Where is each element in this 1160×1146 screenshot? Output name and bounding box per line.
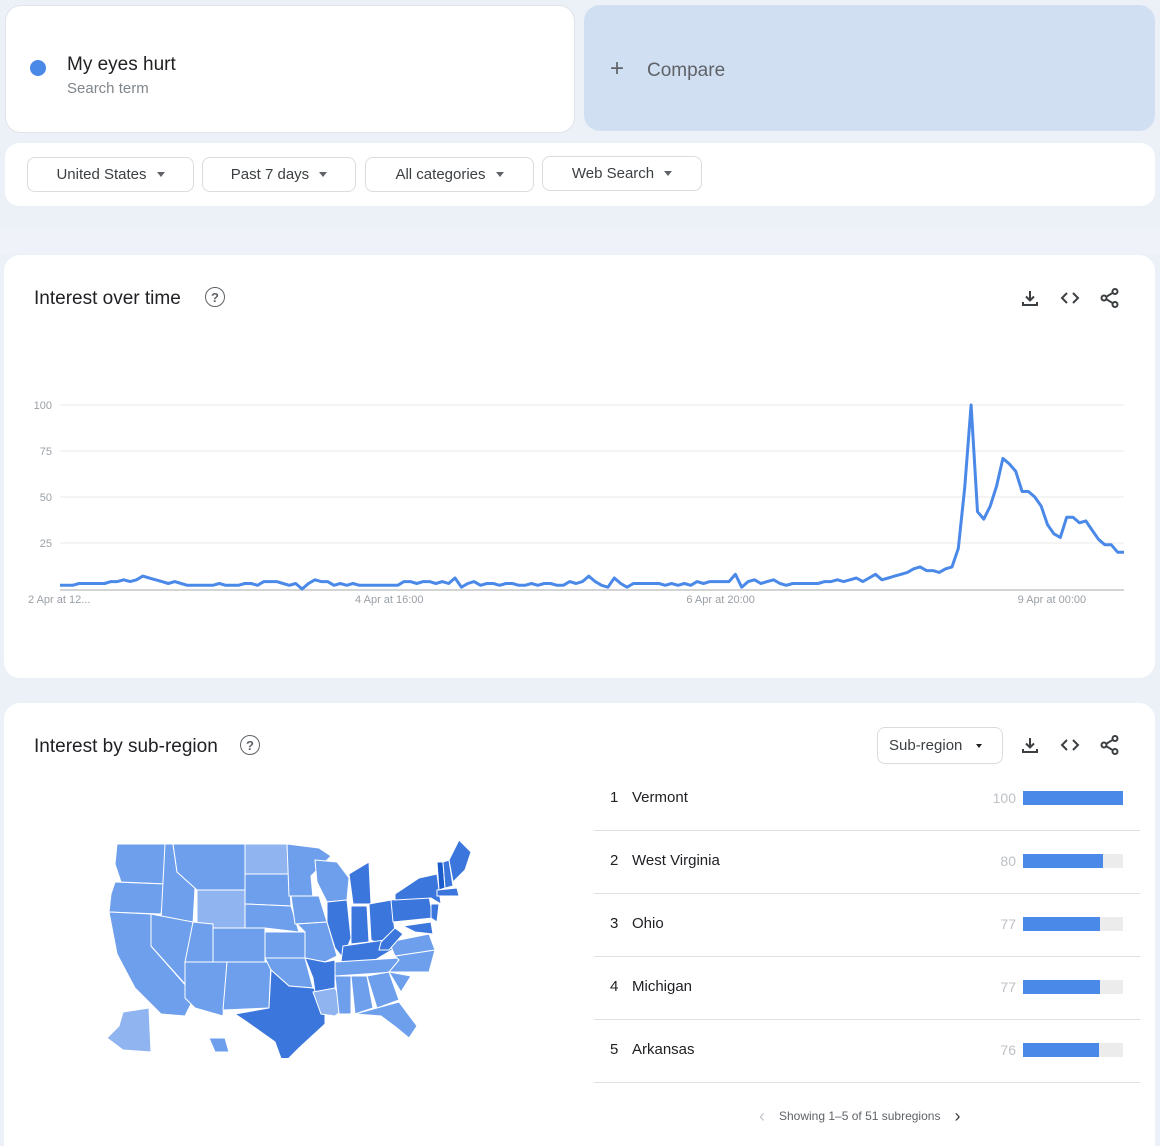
- region-row[interactable]: 5 Arkansas 76: [594, 1020, 1140, 1083]
- compare-button[interactable]: + Compare: [584, 5, 1155, 131]
- region-value: 80: [1000, 853, 1016, 869]
- state-nebraska[interactable]: [244, 903, 300, 933]
- region-name[interactable]: Michigan: [632, 978, 692, 995]
- state-wyoming[interactable]: [196, 889, 246, 929]
- interest-by-subregion-title: Interest by sub-region: [34, 736, 218, 757]
- x-tick-label: 9 Apr at 00:00: [1018, 594, 1087, 606]
- state-maine[interactable]: [448, 839, 472, 884]
- region-row[interactable]: 4 Michigan 77: [594, 957, 1140, 1020]
- share-icon[interactable]: [1098, 733, 1122, 757]
- y-tick-label: 75: [40, 446, 52, 458]
- state-iowa[interactable]: [290, 895, 328, 925]
- embed-code-icon[interactable]: [1058, 733, 1082, 757]
- help-icon[interactable]: ?: [240, 735, 260, 755]
- x-tick-label: 2 Apr at 12...: [28, 594, 90, 606]
- region-bar-fill: [1023, 917, 1100, 931]
- region-rank: 1: [610, 789, 619, 806]
- filter-bar: United States Past 7 days All categories…: [5, 143, 1155, 206]
- state-kansas[interactable]: [264, 931, 306, 959]
- search-term-name[interactable]: My eyes hurt: [67, 54, 176, 76]
- region-row[interactable]: 1 Vermont 100: [594, 768, 1140, 831]
- state-wisconsin[interactable]: [314, 859, 350, 903]
- state-alaska[interactable]: [106, 1007, 152, 1053]
- state-new-jersey[interactable]: [430, 903, 440, 923]
- region-bar-fill: [1023, 980, 1100, 994]
- region-bar-track: [1023, 791, 1123, 805]
- state-colorado[interactable]: [212, 927, 266, 963]
- term-color-dot: [30, 60, 46, 76]
- caret-down-icon: [664, 171, 673, 176]
- x-tick-label: 4 Apr at 16:00: [355, 594, 424, 606]
- region-rank: 4: [610, 978, 619, 995]
- filter-category[interactable]: All categories: [365, 157, 534, 192]
- compare-label: Compare: [647, 60, 726, 81]
- us-choropleth-map[interactable]: [99, 838, 479, 1058]
- filter-category-label: All categories: [395, 166, 486, 183]
- region-value: 76: [1000, 1042, 1016, 1058]
- filter-time-range-label: Past 7 days: [230, 166, 310, 183]
- state-new-mexico[interactable]: [222, 961, 272, 1011]
- region-rank: 2: [610, 852, 619, 869]
- caret-down-icon: [319, 172, 328, 177]
- state-south-dakota[interactable]: [244, 873, 292, 907]
- plus-icon: +: [610, 55, 625, 82]
- region-bar-track: [1023, 854, 1123, 868]
- caret-down-icon: [495, 172, 504, 177]
- y-tick-label: 100: [34, 400, 52, 412]
- state-oregon[interactable]: [108, 881, 166, 915]
- filter-search-type-label: Web Search: [571, 165, 655, 182]
- pager-prev-button[interactable]: ‹: [759, 1107, 765, 1125]
- filter-location[interactable]: United States: [27, 157, 194, 192]
- state-arizona[interactable]: [184, 961, 228, 1017]
- interest-over-time-card: Interest over time ? 25 50 75 100 2 Apr at 1…: [4, 255, 1155, 678]
- state-washington[interactable]: [114, 843, 166, 885]
- region-name[interactable]: Ohio: [632, 915, 664, 932]
- pager-next-button[interactable]: ›: [954, 1107, 960, 1125]
- pagination: ‹ Showing 1–5 of 51 subregions ›: [759, 1106, 989, 1126]
- region-name[interactable]: Arkansas: [632, 1041, 695, 1058]
- caret-down-icon: [156, 172, 165, 177]
- state-indiana[interactable]: [350, 905, 370, 945]
- state-michigan[interactable]: [348, 861, 372, 905]
- state-hawaii[interactable]: [208, 1037, 230, 1053]
- search-term-card[interactable]: My eyes hurt Search term: [5, 5, 575, 133]
- interest-over-time-chart[interactable]: 25 50 75 100 2 Apr at 12... 4 Apr at 16:00 6 A…: [4, 255, 1155, 678]
- region-value: 77: [1000, 916, 1016, 932]
- region-bar-track: [1023, 980, 1123, 994]
- divider-band: [0, 228, 1160, 254]
- region-bar-track: [1023, 1043, 1123, 1057]
- region-bar-fill: [1023, 1043, 1099, 1057]
- region-rank: 5: [610, 1041, 619, 1058]
- filter-time-range[interactable]: Past 7 days: [202, 157, 356, 192]
- search-term-subtitle: Search term: [67, 80, 149, 97]
- region-row[interactable]: 2 West Virginia 80: [594, 831, 1140, 894]
- region-bar-fill: [1023, 854, 1103, 868]
- region-row[interactable]: 3 Ohio 77: [594, 894, 1140, 957]
- resolution-select[interactable]: Sub-region: [877, 727, 1003, 764]
- region-value: 77: [1000, 979, 1016, 995]
- interest-by-subregion-card: Interest by sub-region ? Sub-region ‹ Sh…: [4, 703, 1155, 1146]
- region-bar-track: [1023, 917, 1123, 931]
- y-tick-label: 25: [40, 538, 52, 550]
- region-name[interactable]: West Virginia: [632, 852, 720, 869]
- state-north-dakota[interactable]: [244, 843, 290, 875]
- x-tick-label: 6 Apr at 20:00: [686, 594, 755, 606]
- caret-down-icon: [976, 743, 983, 748]
- region-bar-fill: [1023, 791, 1123, 805]
- download-icon[interactable]: [1018, 733, 1042, 757]
- filter-location-label: United States: [56, 166, 147, 183]
- resolution-select-label: Sub-region: [889, 737, 963, 754]
- region-rank: 3: [610, 915, 619, 932]
- state-massachusetts[interactable]: [436, 887, 460, 897]
- region-name[interactable]: Vermont: [632, 789, 688, 806]
- pager-text: Showing 1–5 of 51 subregions: [779, 1109, 941, 1123]
- state-maryland[interactable]: [401, 921, 434, 935]
- y-tick-label: 50: [40, 492, 52, 504]
- filter-search-type[interactable]: Web Search: [542, 156, 702, 191]
- region-value: 100: [992, 790, 1016, 806]
